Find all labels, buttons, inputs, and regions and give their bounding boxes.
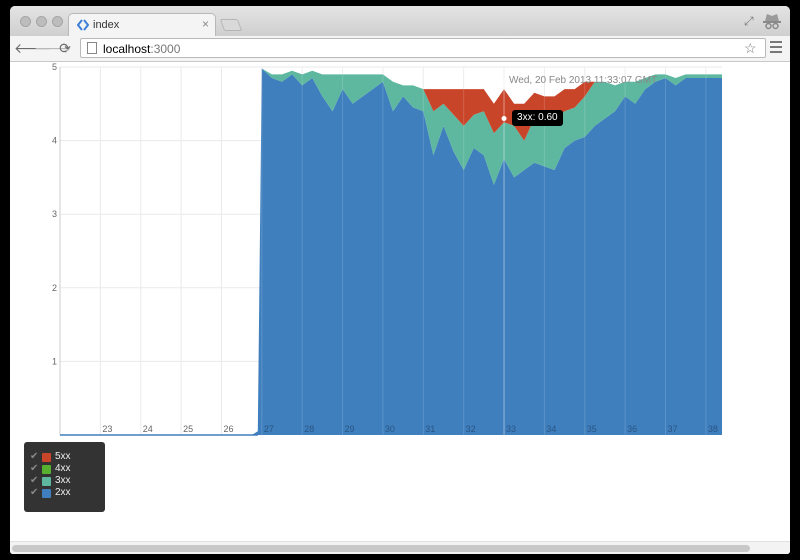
check-icon[interactable]: ✔ <box>30 475 38 487</box>
y-tick-label: 5 <box>52 63 57 72</box>
hover-time-label: Wed, 20 Feb 2013 11:33:07 GMT <box>509 75 658 86</box>
back-icon[interactable]: 🡐 <box>14 39 52 57</box>
x-tick-label: 32 <box>466 424 476 434</box>
legend-label: 2xx <box>55 487 71 498</box>
x-tick-label: 25 <box>183 424 193 434</box>
legend-swatch <box>42 489 51 498</box>
url-port: :3000 <box>150 42 181 56</box>
legend-swatch <box>42 453 51 462</box>
minimize-window-button[interactable] <box>36 16 47 27</box>
menu-icon[interactable] <box>770 41 782 55</box>
legend-label: 3xx <box>55 475 71 486</box>
legend-swatch <box>42 465 51 474</box>
x-tick-label: 28 <box>304 424 314 434</box>
x-tick-label: 27 <box>264 424 274 434</box>
x-tick-label: 30 <box>385 424 395 434</box>
status-code-chart[interactable]: 1234523 24 25 26 27 28 29 30 31 32 33 34 35 36 37 38 <box>10 63 730 443</box>
area-series-2xx[interactable] <box>100 68 722 436</box>
check-icon[interactable]: ✔ <box>30 487 38 499</box>
restore-icon[interactable]: ⤢ <box>744 14 754 29</box>
x-tick-label: 29 <box>345 424 355 434</box>
legend-label: 4xx <box>55 463 71 474</box>
tab-title: index <box>93 19 120 31</box>
zoom-window-button[interactable] <box>52 16 63 27</box>
hover-point <box>501 116 507 122</box>
url-host: localhost <box>103 42 151 56</box>
tab-index[interactable]: index × <box>68 13 216 36</box>
page-content: 1 2 3 4 5 23 24 25 26 27 28 29 30 31 32 33 34 35 36 37 38 We… <box>10 63 790 554</box>
x-tick-label: 37 <box>667 424 677 434</box>
forward-icon[interactable]: 🡒 <box>34 39 72 57</box>
close-window-button[interactable] <box>20 16 31 27</box>
x-tick-label: 24 <box>143 424 153 434</box>
x-tick-label: 35 <box>587 424 597 434</box>
y-tick-label: 4 <box>52 136 57 146</box>
x-tick-label: 38 <box>708 424 718 434</box>
y-tick-label: 1 <box>52 356 57 366</box>
tab-close-icon[interactable]: × <box>202 17 209 31</box>
legend-label: 5xx <box>55 451 71 462</box>
reload-icon[interactable]: ⟳ <box>56 39 74 57</box>
chevrons-favicon-icon <box>77 19 89 31</box>
browser-toolbar: 🡐 🡒 ⟳ localhost:3000 ☆ <box>10 36 790 62</box>
x-tick-label: 31 <box>425 424 435 434</box>
scrollbar-thumb[interactable] <box>12 545 750 552</box>
page-icon <box>87 42 97 54</box>
check-icon[interactable]: ✔ <box>30 451 38 463</box>
url-text: localhost:3000 <box>103 42 180 56</box>
x-tick-label: 36 <box>627 424 637 434</box>
incognito-icon <box>763 14 781 30</box>
title-bar: index × ⤢ <box>10 6 790 36</box>
x-tick-label: 34 <box>546 424 556 434</box>
new-tab-button[interactable] <box>219 19 243 31</box>
star-icon[interactable]: ☆ <box>744 40 757 56</box>
x-tick-label: 23 <box>102 424 112 434</box>
horizontal-scrollbar[interactable] <box>10 541 790 554</box>
y-tick-label: 2 <box>52 283 57 293</box>
legend-swatch <box>42 477 51 486</box>
check-icon[interactable]: ✔ <box>30 463 38 475</box>
x-tick-label: 33 <box>506 424 516 434</box>
address-bar[interactable]: localhost:3000 <box>80 38 766 58</box>
series-legend: ✔ 5xx ✔ 4xx ✔ 3xx ✔ 2xx <box>24 442 105 512</box>
hover-tooltip: 3xx: 0.60 <box>512 109 563 126</box>
browser-window: index × ⤢ 🡐 🡒 ⟳ localhost:3000 ☆ 1 2 3 4 5 23… <box>10 6 790 554</box>
y-tick-label: 3 <box>52 209 57 219</box>
x-tick-label: 26 <box>223 424 233 434</box>
